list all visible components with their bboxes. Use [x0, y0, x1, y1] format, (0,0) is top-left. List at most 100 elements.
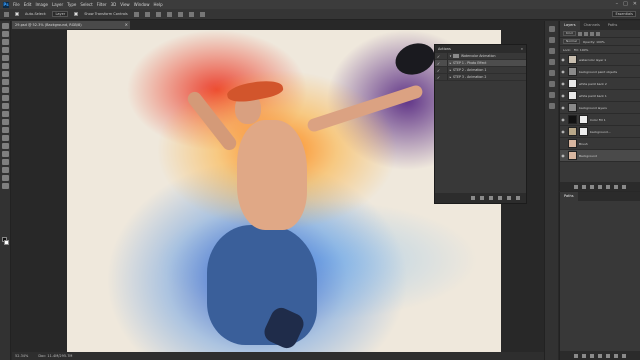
- zoom-level[interactable]: 52.34%: [15, 352, 28, 360]
- auto-select-dropdown[interactable]: Layer: [52, 11, 69, 17]
- load-selection-icon[interactable]: [590, 353, 594, 358]
- new-path-icon[interactable]: [614, 353, 618, 358]
- action-row[interactable]: ✓ ▸ STEP 3 - Animation 2: [435, 74, 526, 81]
- visibility-eye-icon[interactable]: ◉: [560, 93, 566, 98]
- dodge-tool-icon[interactable]: [1, 127, 9, 133]
- move-tool-icon[interactable]: [1, 23, 9, 29]
- new-layer-icon[interactable]: [614, 184, 618, 189]
- hand-tool-icon[interactable]: [1, 167, 9, 173]
- action-set-row[interactable]: ✓ ▾ Watercolor Animation: [435, 53, 526, 60]
- layer-row[interactable]: ◉ background...: [560, 126, 640, 138]
- marquee-tool-icon[interactable]: [1, 31, 9, 37]
- check-icon[interactable]: ✓: [435, 61, 442, 66]
- filter-pixel-icon[interactable]: [577, 31, 582, 36]
- layer-mask-thumbnail[interactable]: [579, 127, 588, 136]
- tab-paths[interactable]: Paths: [604, 21, 622, 30]
- menu-help[interactable]: Help: [153, 2, 162, 7]
- clone-stamp-tool-icon[interactable]: [1, 87, 9, 93]
- document-info[interactable]: Doc: 11.4M/295.7M: [38, 352, 72, 360]
- align-center-icon[interactable]: [177, 11, 183, 17]
- check-icon[interactable]: ✓: [435, 54, 442, 59]
- lasso-tool-icon[interactable]: [1, 39, 9, 45]
- menu-image[interactable]: Image: [35, 2, 48, 7]
- align-right-icon[interactable]: [188, 11, 194, 17]
- stroke-path-icon[interactable]: [582, 353, 586, 358]
- gradient-tool-icon[interactable]: [1, 111, 9, 117]
- type-tool-icon[interactable]: [1, 143, 9, 149]
- visibility-eye-icon[interactable]: ◉: [560, 105, 566, 110]
- layer-row[interactable]: ◉ watercolor layer 1: [560, 54, 640, 66]
- stop-icon[interactable]: [471, 196, 475, 200]
- move-tool-icon[interactable]: [4, 11, 9, 17]
- menu-window[interactable]: Window: [134, 2, 150, 7]
- path-select-tool-icon[interactable]: [1, 151, 9, 157]
- adjustment-layer-icon[interactable]: [598, 184, 602, 189]
- crop-tool-icon[interactable]: [1, 55, 9, 61]
- actions-icon[interactable]: [548, 92, 555, 98]
- document-tab[interactable]: 29.psd @ 52.3% (Background, RGB/8) ×: [12, 21, 130, 29]
- filter-shape-icon[interactable]: [595, 31, 600, 36]
- history-icon[interactable]: [548, 26, 555, 32]
- workspace-dropdown[interactable]: Essentials: [612, 11, 636, 17]
- align-left-icon[interactable]: [166, 11, 172, 17]
- layer-row[interactable]: ◉ Background: [560, 150, 640, 162]
- eraser-tool-icon[interactable]: [1, 103, 9, 109]
- visibility-eye-icon[interactable]: ◉: [560, 57, 566, 62]
- filter-type-icon[interactable]: [589, 31, 594, 36]
- more-tools-icon[interactable]: [1, 183, 9, 189]
- visibility-eye-icon[interactable]: ◉: [560, 153, 566, 158]
- mask-icon[interactable]: [606, 353, 610, 358]
- layer-group-row[interactable]: ◉ background layers: [560, 102, 640, 114]
- layer-row[interactable]: ◉ white paint back 2: [560, 78, 640, 90]
- new-action-icon[interactable]: [507, 196, 511, 200]
- menu-layer[interactable]: Layer: [52, 2, 63, 7]
- blend-mode-dropdown[interactable]: Normal: [563, 39, 580, 44]
- adjustments-icon[interactable]: [548, 48, 555, 54]
- delete-icon[interactable]: [516, 196, 520, 200]
- action-row[interactable]: ✓ ▸ STEP 2 - Animation 1: [435, 67, 526, 74]
- menu-file[interactable]: File: [13, 2, 20, 7]
- layer-row[interactable]: ◉ Color Fill 1: [560, 114, 640, 126]
- blur-tool-icon[interactable]: [1, 119, 9, 125]
- group-icon[interactable]: [606, 184, 610, 189]
- delete-icon[interactable]: [622, 184, 626, 189]
- delete-icon[interactable]: [622, 353, 626, 358]
- auto-select-checkbox[interactable]: [15, 12, 19, 16]
- close-icon[interactable]: ✕: [633, 1, 637, 7]
- paragraph-icon[interactable]: [548, 81, 555, 87]
- menu-type[interactable]: Type: [67, 2, 76, 7]
- zoom-tool-icon[interactable]: [1, 175, 9, 181]
- link-icon[interactable]: [574, 184, 578, 189]
- history-brush-tool-icon[interactable]: [1, 95, 9, 101]
- eyedropper-tool-icon[interactable]: [1, 63, 9, 69]
- align-middle-icon[interactable]: [144, 11, 150, 17]
- align-top-icon[interactable]: [133, 11, 139, 17]
- menu-3d[interactable]: 3D: [111, 2, 117, 7]
- layer-row[interactable]: ◉ white paint back 1: [560, 90, 640, 102]
- visibility-eye-icon[interactable]: ◉: [560, 69, 566, 74]
- visibility-eye-icon[interactable]: ◉: [560, 129, 566, 134]
- show-transform-checkbox[interactable]: [74, 12, 79, 16]
- record-icon[interactable]: [480, 196, 484, 200]
- quick-select-tool-icon[interactable]: [1, 47, 9, 53]
- menu-filter[interactable]: Filter: [97, 2, 107, 7]
- menu-edit[interactable]: Edit: [24, 2, 32, 7]
- fill-path-icon[interactable]: [574, 353, 578, 358]
- action-row[interactable]: ✓ ▸ STEP 1 - Photo Effect: [435, 60, 526, 67]
- tab-channels[interactable]: Channels: [580, 21, 604, 30]
- new-set-icon[interactable]: [498, 196, 502, 200]
- fill-field[interactable]: Fill: 100%: [574, 48, 589, 52]
- healing-brush-tool-icon[interactable]: [1, 71, 9, 77]
- check-icon[interactable]: ✓: [435, 68, 442, 73]
- swatches-icon[interactable]: [548, 103, 555, 109]
- maximize-icon[interactable]: □: [623, 1, 628, 7]
- mask-icon[interactable]: [590, 184, 594, 189]
- visibility-eye-icon[interactable]: ◉: [560, 117, 566, 122]
- properties-icon[interactable]: [548, 37, 555, 43]
- layer-row[interactable]: Brush: [560, 138, 640, 150]
- menu-view[interactable]: View: [120, 2, 130, 7]
- tab-layers[interactable]: Layers: [560, 21, 580, 30]
- visibility-eye-icon[interactable]: ◉: [560, 81, 566, 86]
- 3d-mode-icon[interactable]: [199, 11, 205, 17]
- fx-icon[interactable]: [582, 184, 586, 189]
